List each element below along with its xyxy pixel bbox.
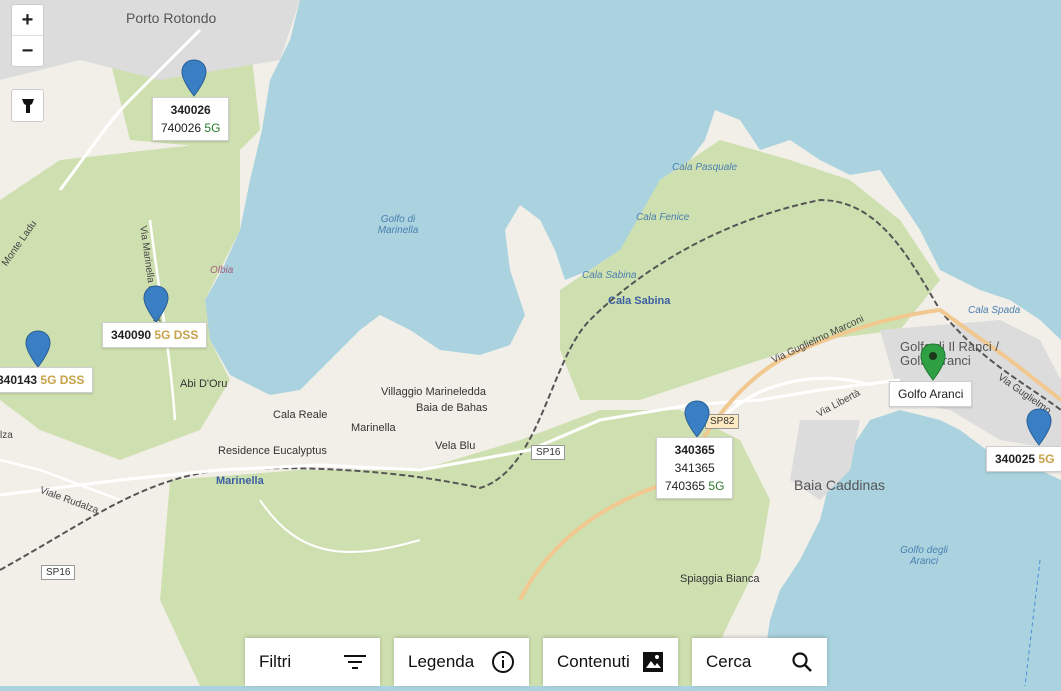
marker-tag-5g: 5G — [1038, 452, 1055, 466]
marker-alt-id: 341365 — [674, 461, 715, 475]
place-baia-bahas: Baia de Bahas — [416, 402, 488, 414]
place-marinella-station: Marinella — [216, 475, 264, 487]
locate-button[interactable] — [11, 89, 44, 122]
legend-button[interactable]: Legenda — [394, 638, 529, 686]
road-lza: lza — [0, 430, 13, 441]
marker-id: 340090 — [111, 328, 152, 342]
map-marker-340026[interactable] — [181, 59, 207, 97]
marker-place-name: Golfo Aranci — [898, 387, 964, 401]
marker-label-340090[interactable]: 340090 5G DSS — [102, 322, 208, 348]
marker-tag-5g: 5G — [40, 373, 57, 387]
marker-alt-id: 740026 — [161, 121, 202, 135]
marker-tag-5g: 5G — [708, 479, 725, 493]
place-spiaggia-bianca: Spiaggia Bianca — [680, 573, 760, 585]
marker-label-340365[interactable]: 340365 341365 740365 5G — [656, 437, 734, 499]
filters-button[interactable]: Filtri — [245, 638, 380, 686]
place-cala-reale: Cala Reale — [273, 409, 328, 421]
marker-id: 340365 — [674, 443, 715, 457]
place-residence: Residence Eucalyptus — [218, 445, 327, 457]
road-shield-sp16: SP16 — [531, 445, 566, 460]
place-marinella: Marinella — [351, 422, 396, 434]
marker-label-340026[interactable]: 340026 740026 5G — [152, 97, 230, 141]
map-marker-340025[interactable] — [1026, 408, 1052, 446]
road-shield-sp16-west: SP16 — [41, 565, 76, 580]
image-icon — [643, 652, 663, 672]
place-cala-fenice: Cala Fenice — [636, 212, 690, 223]
marker-tag-5g: 5G — [154, 328, 171, 342]
marker-label-golfo-aranci[interactable]: Golfo Aranci — [889, 381, 973, 407]
map-marker-340143[interactable] — [25, 330, 51, 368]
place-cala-sabina: Cala Sabina — [608, 295, 671, 307]
zoom-controls: + − — [11, 4, 44, 67]
contents-label: Contenuti — [557, 652, 630, 671]
marker-label-340143[interactable]: 340143 5G DSS — [0, 367, 94, 393]
search-label: Cerca — [706, 652, 752, 671]
search-icon — [792, 652, 812, 672]
flashlight-icon — [21, 98, 34, 113]
info-icon — [492, 651, 514, 673]
road-shield-sp82: SP82 — [705, 414, 740, 429]
place-olbia: Olbia — [210, 265, 234, 276]
marker-line: 740026 5G — [161, 119, 220, 137]
place-golfo-aranci-town: Golfo di Il Ranci / Golfo Aranci — [900, 339, 999, 368]
marker-id: 340025 — [995, 452, 1036, 466]
marker-id: 340143 — [0, 373, 38, 387]
filters-label: Filtri — [259, 652, 292, 671]
place-vela-blu: Vela Blu — [435, 440, 476, 452]
marker-id: 340026 — [170, 103, 211, 117]
place-baia-caddinas: Baia Caddinas — [794, 477, 886, 493]
place-abi-doru: Abi D'Oru — [180, 378, 228, 390]
contents-button[interactable]: Contenuti — [543, 638, 678, 686]
place-cala-spada: Cala Spada — [968, 305, 1021, 316]
water-cala-sabina: Cala Sabina — [582, 270, 637, 281]
zoom-in-button[interactable]: + — [12, 5, 43, 35]
zoom-out-button[interactable]: − — [12, 35, 43, 66]
map-marker-340090[interactable] — [143, 285, 169, 323]
marker-alt-id: 740365 — [665, 479, 706, 493]
marker-label-340025[interactable]: 340025 5G — [986, 446, 1061, 472]
map-marker-golfo-aranci[interactable] — [920, 343, 946, 381]
place-porto-rotondo: Porto Rotondo — [126, 10, 217, 26]
legend-label: Legenda — [408, 652, 475, 671]
place-golfo-marinella: Golfo di Marinella — [377, 214, 419, 236]
marker-tag-5g: 5G — [204, 121, 221, 135]
filter-icon — [344, 655, 366, 669]
place-cala-pasquale: Cala Pasquale — [672, 162, 738, 173]
search-button[interactable]: Cerca — [692, 638, 827, 686]
water-golfo-aranci: Golfo degli Aranci — [900, 545, 948, 567]
map-marker-340365[interactable] — [684, 400, 710, 438]
marker-tag-dss: DSS — [173, 328, 199, 342]
place-villaggio: Villaggio Marineledda — [381, 386, 486, 398]
marker-tag-dss: DSS — [59, 373, 85, 387]
